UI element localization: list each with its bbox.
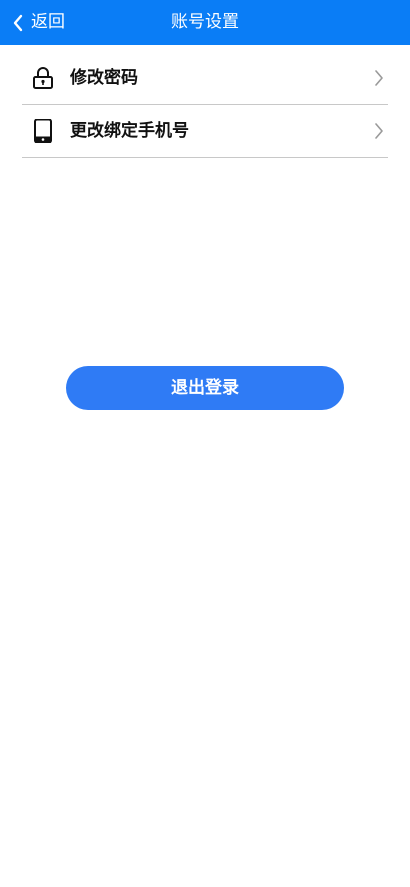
lock-icon [33, 67, 53, 89]
chevron-left-icon [13, 14, 23, 31]
change-bound-phone-label: 更改绑定手机号 [70, 121, 189, 141]
logout-button[interactable]: 退出登录 [66, 366, 344, 410]
back-label: 返回 [31, 12, 65, 32]
chevron-right-icon [375, 70, 383, 86]
chevron-right-icon [375, 123, 383, 139]
change-password-item[interactable]: 修改密码 [22, 52, 388, 105]
phone-icon [34, 119, 52, 143]
top-nav-bar: 返回 账号设置 [0, 0, 410, 45]
change-password-label: 修改密码 [70, 68, 138, 88]
settings-list: 修改密码 更改绑定手机号 [22, 52, 388, 158]
back-button[interactable]: 返回 [12, 0, 65, 45]
change-bound-phone-item[interactable]: 更改绑定手机号 [22, 105, 388, 158]
